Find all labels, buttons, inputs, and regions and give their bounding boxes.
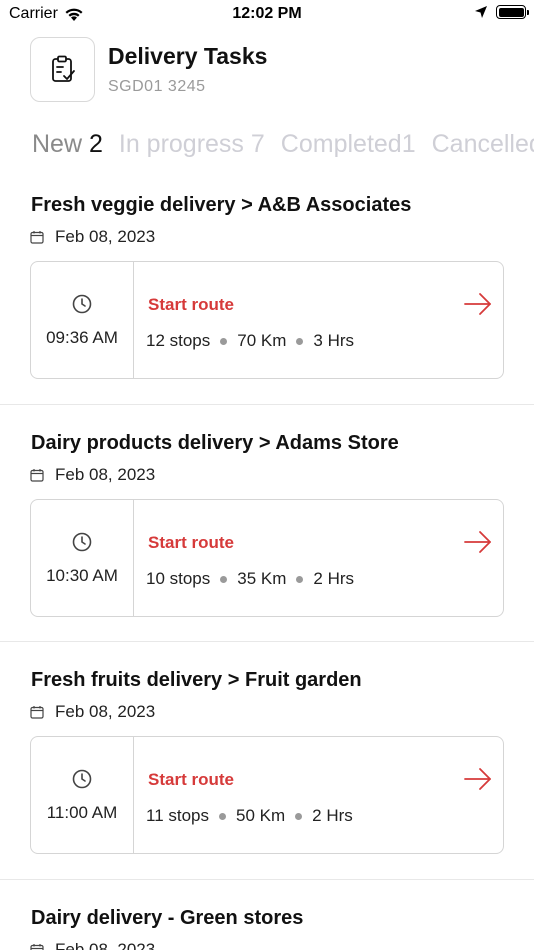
task-date: Feb 08, 2023 [30, 702, 155, 722]
separator-dot [219, 812, 227, 820]
arrow-right-icon[interactable] [463, 530, 493, 554]
route-time: 11:00 AM [46, 803, 118, 822]
status-bar: Carrier 12:02 PM [0, 0, 534, 30]
arrow-right-icon[interactable] [463, 292, 493, 316]
route-card[interactable]: 09:36 AM Start route 12 stops 70 Km 3 Hr… [30, 261, 504, 379]
arrow-right-icon[interactable] [463, 767, 493, 791]
task-date-text: Feb 08, 2023 [55, 227, 156, 246]
start-route-button[interactable]: Start route [148, 533, 234, 553]
tab-completed[interactable]: Completed1 [281, 130, 416, 159]
tab-cancelled[interactable]: Cancelled [432, 130, 534, 159]
route-duration: 2 Hrs [313, 569, 355, 588]
page-title: Delivery Tasks [108, 42, 268, 69]
task-date: Feb 08, 2023 [30, 465, 155, 485]
route-duration: 3 Hrs [313, 331, 355, 350]
start-route-button[interactable]: Start route [148, 295, 234, 315]
calendar-icon [30, 944, 44, 950]
clock: 12:02 PM [232, 5, 302, 22]
status-tabs: New 2 In progress 7 Completed1 Cancelled [32, 130, 534, 159]
route-stops: 11 stops [146, 806, 210, 825]
route-duration: 2 Hrs [312, 806, 353, 825]
tab-count: 1 [401, 130, 416, 158]
route-stats: 10 stops 35 Km 2 Hrs [146, 569, 354, 589]
separator-dot [220, 337, 228, 345]
route-stops: 10 stops [146, 569, 211, 588]
task-date: Feb 08, 2023 [30, 940, 155, 950]
separator-dot [296, 337, 304, 345]
battery-icon [496, 5, 529, 19]
tab-label: In progress [118, 130, 244, 158]
tab-label: New [32, 130, 83, 158]
task-title[interactable]: Dairy products delivery > Adams Store [31, 432, 399, 455]
divider [0, 879, 534, 880]
task-date: Feb 08, 2023 [30, 227, 155, 247]
task-date-text: Feb 08, 2023 [55, 702, 156, 721]
route-stops: 12 stops [146, 331, 211, 350]
route-card[interactable]: 11:00 AM Start route 11 stops 50 Km 2 Hr… [30, 736, 504, 854]
tab-count: 7 [250, 130, 265, 158]
route-distance: 35 Km [237, 569, 287, 588]
route-distance: 70 Km [237, 331, 287, 350]
clock-icon [72, 769, 92, 789]
calendar-icon [30, 469, 44, 482]
route-stats: 12 stops 70 Km 3 Hrs [146, 331, 354, 351]
clock-icon [72, 294, 92, 314]
divider [0, 404, 534, 405]
route-card[interactable]: 10:30 AM Start route 10 stops 35 Km 2 Hr… [30, 499, 504, 617]
route-time: 09:36 AM [46, 328, 118, 347]
tab-label: Completed [280, 130, 402, 158]
clock-icon [72, 532, 92, 552]
divider [0, 641, 534, 642]
separator-dot [220, 575, 228, 583]
location-arrow-icon [475, 6, 487, 18]
calendar-icon [30, 231, 44, 244]
start-route-button[interactable]: Start route [148, 770, 234, 790]
task-date-text: Feb 08, 2023 [55, 940, 156, 950]
route-time: 10:30 AM [46, 566, 118, 585]
clipboard-check-icon [51, 55, 75, 82]
separator-dot [295, 812, 303, 820]
route-stats: 11 stops 50 Km 2 Hrs [146, 806, 353, 826]
page-subtitle: SGD01 3245 [108, 77, 206, 95]
tab-count: 2 [88, 130, 103, 158]
tab-label: Cancelled [431, 130, 534, 158]
separator-dot [296, 575, 304, 583]
task-date-text: Feb 08, 2023 [55, 465, 156, 484]
tab-new[interactable]: New 2 [32, 130, 103, 159]
tab-in-progress[interactable]: In progress 7 [119, 130, 265, 159]
calendar-icon [30, 706, 44, 719]
header-icon-button[interactable] [30, 36, 95, 102]
task-title[interactable]: Fresh fruits delivery > Fruit garden [31, 669, 362, 692]
task-title[interactable]: Fresh veggie delivery > A&B Associates [31, 194, 411, 217]
page-header: Delivery Tasks SGD01 3245 [30, 36, 267, 102]
route-distance: 50 Km [236, 806, 286, 825]
task-title[interactable]: Dairy delivery - Green stores [31, 907, 303, 930]
